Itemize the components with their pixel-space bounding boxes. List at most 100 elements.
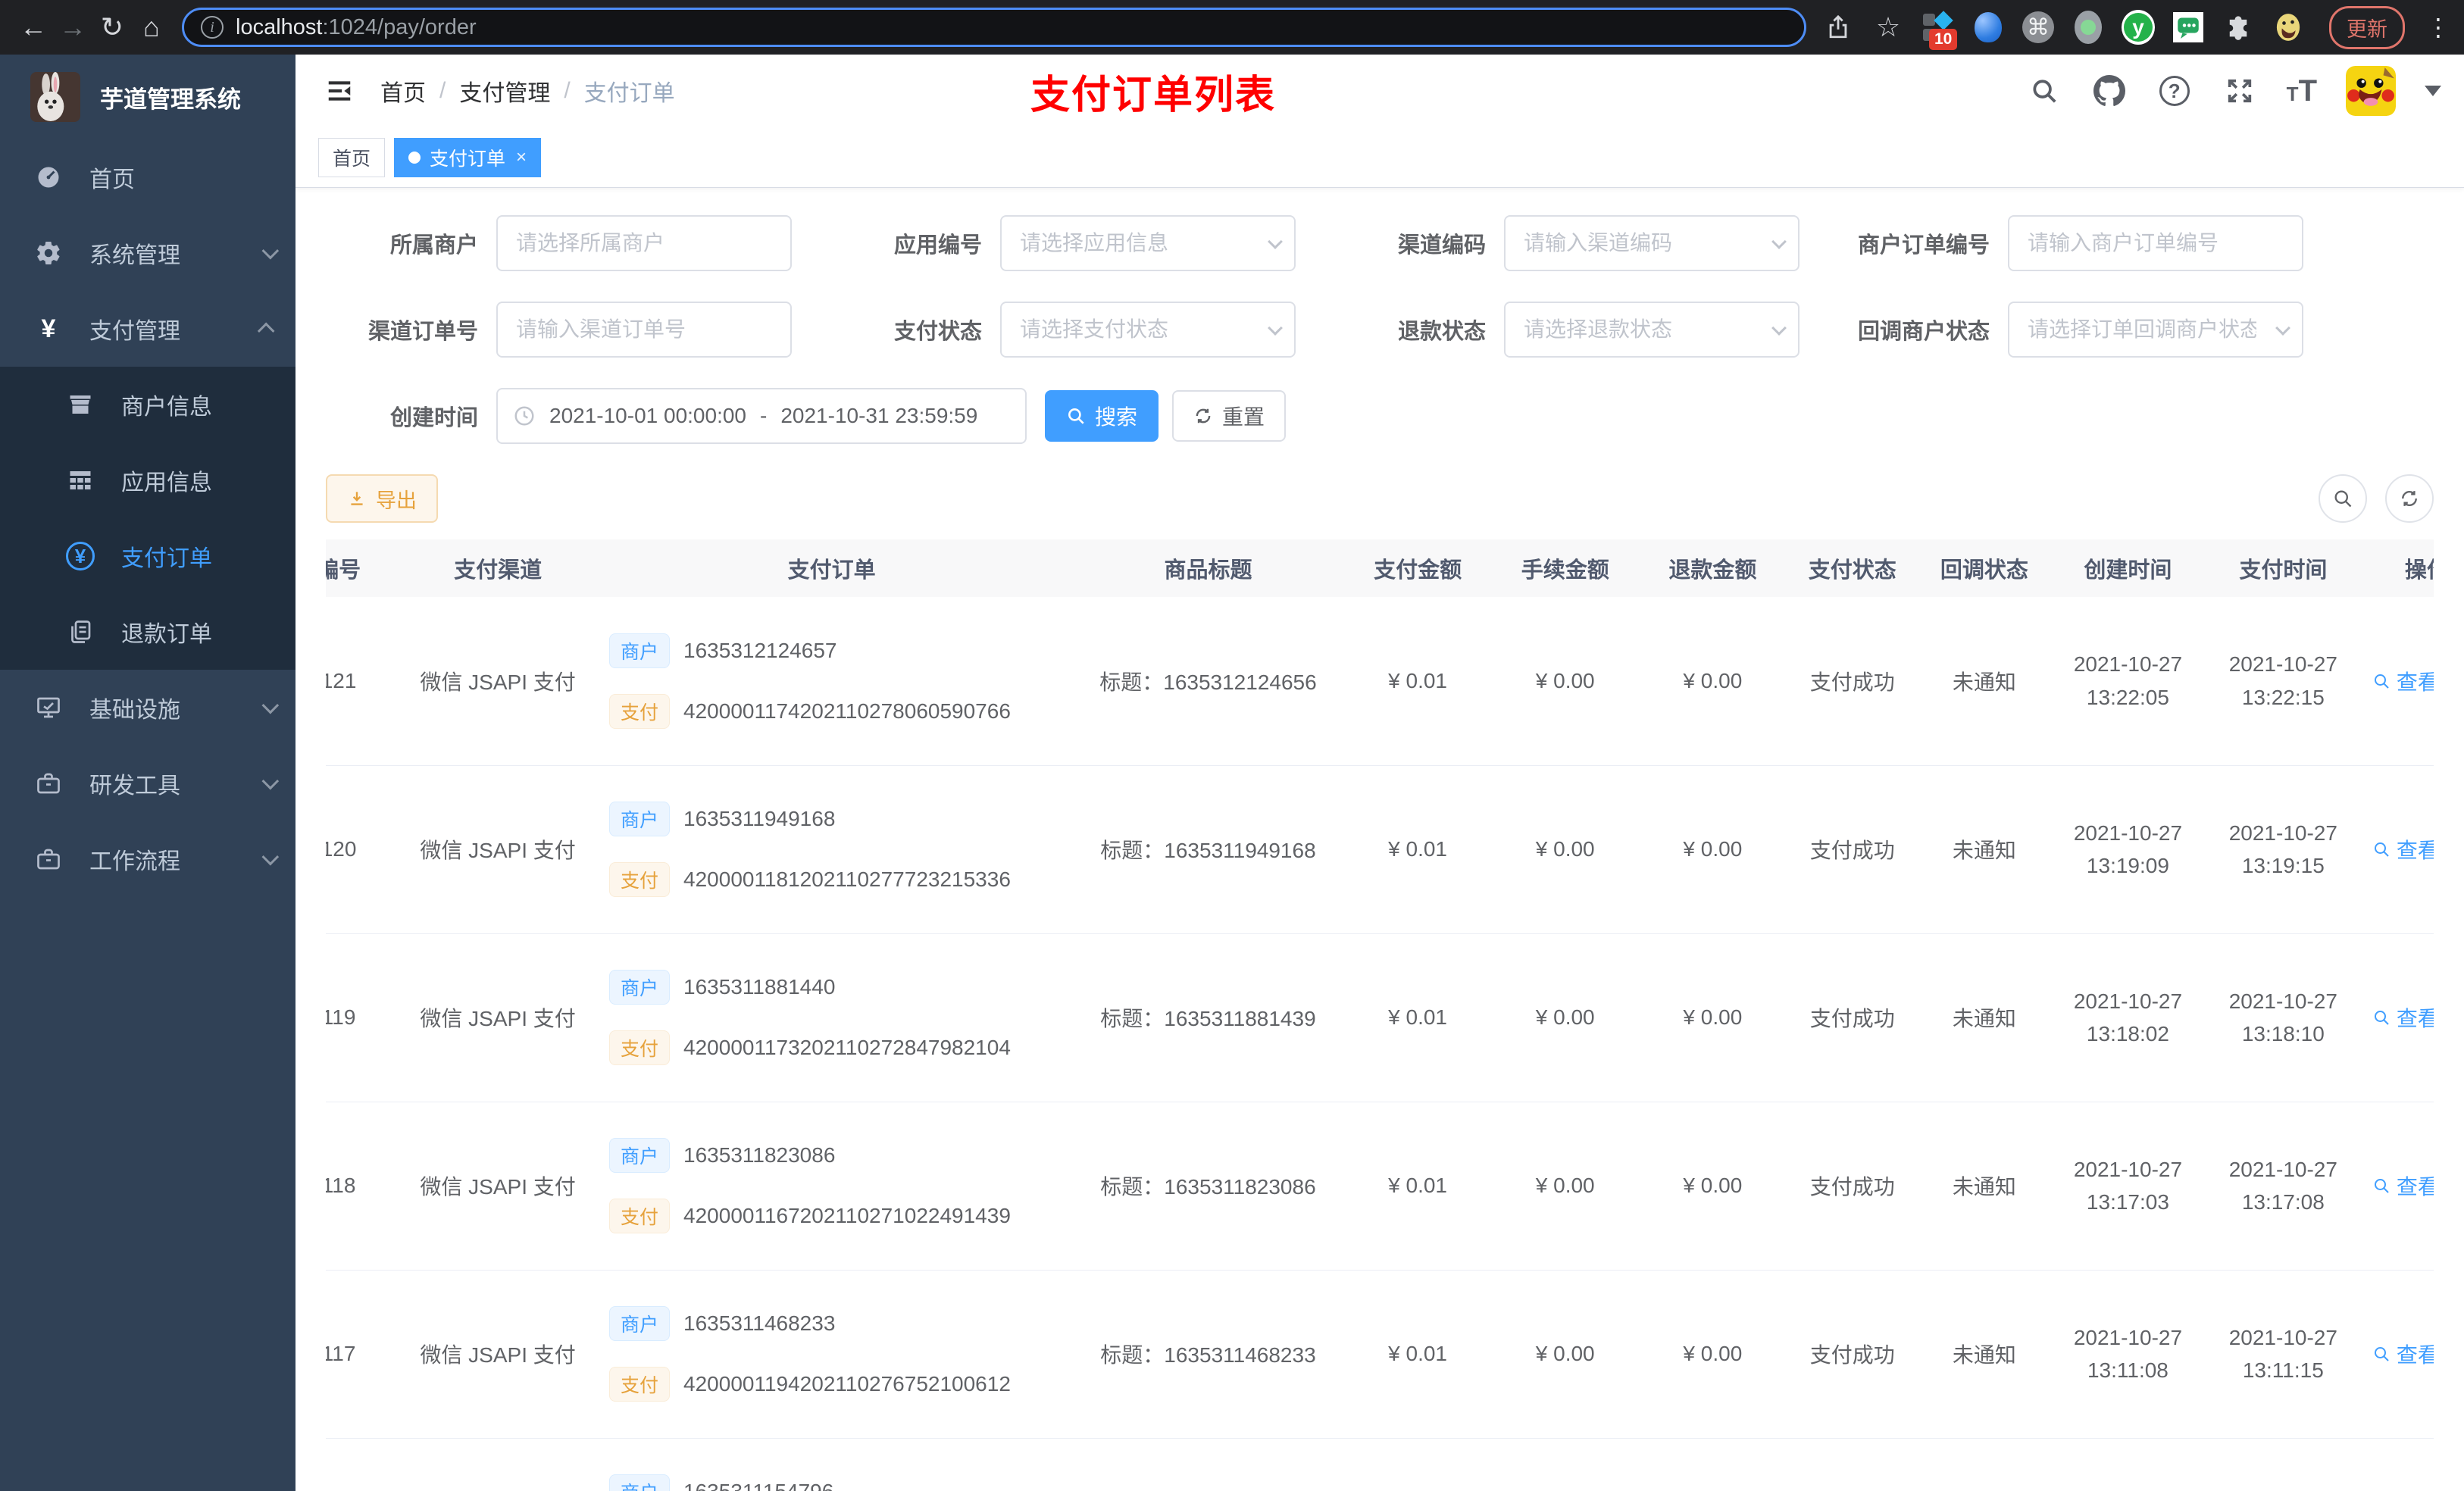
view-details-link[interactable]: 查看详情 [2372, 1171, 2434, 1201]
breadcrumb-home[interactable]: 首页 [380, 74, 426, 108]
cell-channel [405, 1438, 592, 1491]
merchant-order-no-input[interactable] [2008, 215, 2303, 271]
document-icon [65, 617, 95, 647]
cell-pay-status: 支付成功 [1786, 933, 1918, 1102]
extension-balloon-icon[interactable] [1972, 11, 2005, 44]
cell-pay-time: 2021-10-27 13:17:08 [2205, 1102, 2361, 1271]
cell-id: 121 [326, 597, 405, 766]
tag-home[interactable]: 首页 [318, 137, 386, 177]
update-button[interactable]: 更新 [2329, 5, 2405, 49]
back-icon[interactable]: ← [14, 8, 53, 47]
channel-order-no-input[interactable] [496, 302, 792, 358]
sidebar-item-pay-order[interactable]: ¥ 支付订单 [0, 518, 295, 594]
home-icon[interactable]: ⌂ [132, 8, 171, 47]
font-size-icon[interactable]: TT [2287, 74, 2317, 108]
cell-action: 查看详情 [2360, 933, 2434, 1102]
breadcrumb-section[interactable]: 支付管理 [459, 74, 550, 108]
merchant-input[interactable] [496, 215, 792, 271]
sidebar-item-home[interactable]: 首页 [0, 139, 295, 215]
cell-fee: ¥ 0.00 [1491, 933, 1640, 1102]
filter-label-notify-status: 回调商户状态 [1857, 320, 1990, 344]
forward-icon[interactable]: → [53, 8, 92, 47]
sidebar-item-dev-tools[interactable]: 研发工具 [0, 746, 295, 821]
filter-label-merchant: 所属商户 [389, 233, 478, 258]
channel-order-no: 4200001173202110272847982104 [683, 1036, 1011, 1059]
table-row: 商户 1635311154796 支付 标题： [326, 1438, 2434, 1491]
app-select[interactable] [1000, 215, 1296, 271]
sidebar-item-system[interactable]: 系统管理 [0, 215, 295, 291]
refund-status-select[interactable] [1504, 302, 1800, 358]
view-details-link[interactable]: 查看详情 [2372, 1002, 2434, 1033]
chevron-down-icon [261, 772, 280, 790]
sidebar-item-infrastructure[interactable]: 基础设施 [0, 670, 295, 746]
sidebar-item-app-info[interactable]: 应用信息 [0, 442, 295, 518]
close-icon[interactable]: × [516, 147, 527, 168]
breadcrumb-current: 支付订单 [583, 81, 675, 106]
cell-channel: 微信 JSAPI 支付 [405, 765, 592, 934]
cell-fee: ¥ 0.00 [1491, 1270, 1640, 1439]
cell-id: 118 [326, 1102, 405, 1271]
collapse-sidebar-icon[interactable] [323, 74, 356, 108]
view-details-link[interactable]: 查看详情 [2372, 666, 2434, 696]
page-content: 所属商户 应用编号 渠道编码 商户订单编号 [295, 188, 2464, 1491]
cell-id: 120 [326, 765, 405, 934]
logo[interactable]: 芋道管理系统 [0, 55, 295, 139]
search-button[interactable]: 搜索 [1045, 390, 1159, 442]
extension-recorder-icon[interactable] [2072, 11, 2105, 44]
profile-emoji-avatar[interactable] [2272, 11, 2305, 44]
bookmark-star-icon[interactable]: ☆ [1871, 11, 1905, 44]
extension-tabs-icon[interactable]: 10 [1921, 11, 1958, 50]
date-end: 2021-10-31 23:59:59 [780, 404, 978, 427]
help-icon[interactable]: ? [2156, 73, 2193, 109]
browser-menu-icon[interactable]: ⋮ [2426, 13, 2450, 42]
github-icon[interactable] [2091, 73, 2128, 109]
merchant-order-no: 1635311823086 [683, 1143, 836, 1167]
cell-amount: ¥ 0.01 [1343, 933, 1492, 1102]
magnifier-icon [2374, 1179, 2389, 1193]
order-table-body: 121 微信 JSAPI 支付 商户 1635312124657 支付 4200… [326, 597, 2434, 1491]
channel-order-no: 4200001181202110277723215336 [683, 867, 1011, 891]
refresh-table-button[interactable] [2385, 474, 2434, 523]
cell-create-time [2050, 1438, 2206, 1491]
sidebar-item-workflow[interactable]: 工作流程 [0, 821, 295, 897]
avatar-caret-icon[interactable] [2425, 86, 2441, 96]
circled-yen-icon: ¥ [65, 541, 95, 571]
tag-pay-order[interactable]: 支付订单 × [394, 137, 542, 177]
sidebar-item-payment[interactable]: ¥ 支付管理 [0, 291, 295, 367]
channel-code-select[interactable] [1504, 215, 1800, 271]
cell-fee: ¥ 0.00 [1491, 765, 1640, 934]
cell-title: 标题：1635311949168 [1072, 765, 1344, 934]
user-avatar[interactable] [2346, 66, 2396, 116]
toggle-search-button[interactable] [2319, 474, 2367, 523]
site-info-icon[interactable]: i [201, 16, 224, 39]
cell-pay-status: 支付成功 [1786, 1270, 1918, 1439]
sidebar-item-refund-order[interactable]: 退款订单 [0, 594, 295, 670]
sidebar-item-label: 首页 [89, 167, 135, 192]
reload-icon[interactable]: ↻ [92, 8, 132, 47]
extensions-puzzle-icon[interactable] [2222, 11, 2255, 44]
notify-status-select[interactable] [2008, 302, 2303, 358]
pay-status-select[interactable] [1000, 302, 1296, 358]
cell-pay-order: 商户 1635311823086 支付 42000011672021102710… [591, 1102, 1073, 1271]
view-details-link[interactable]: 查看详情 [2372, 834, 2434, 864]
cell-notify-status [1918, 1438, 2050, 1491]
export-button[interactable]: 导出 [326, 474, 438, 523]
address-bar[interactable]: i localhost:1024/pay/order [182, 8, 1806, 47]
tags-view: 首页 支付订单 × [295, 127, 2464, 188]
fullscreen-icon[interactable] [2222, 73, 2258, 109]
extension-y-icon[interactable]: y [2122, 10, 2155, 45]
extension-chat-icon[interactable] [2172, 11, 2205, 44]
shop-icon [65, 389, 95, 420]
sidebar-item-merchant-info[interactable]: 商户信息 [0, 367, 295, 442]
cell-pay-time [2205, 1438, 2361, 1491]
cell-refund: ¥ 0.00 [1639, 933, 1787, 1102]
reset-button[interactable]: 重置 [1172, 390, 1287, 442]
share-icon[interactable] [1821, 11, 1855, 44]
view-details-link[interactable]: 查看详情 [2372, 1339, 2434, 1369]
extension-command-icon[interactable]: ⌘ [2022, 11, 2055, 44]
cell-pay-status: 支付成功 [1786, 765, 1918, 934]
merchant-tag: 商户 [609, 1474, 671, 1491]
date-range-input[interactable]: 2021-10-01 00:00:00 - 2021-10-31 23:59:5… [496, 388, 1027, 444]
search-icon[interactable] [2026, 73, 2062, 109]
cell-refund [1639, 1438, 1787, 1491]
